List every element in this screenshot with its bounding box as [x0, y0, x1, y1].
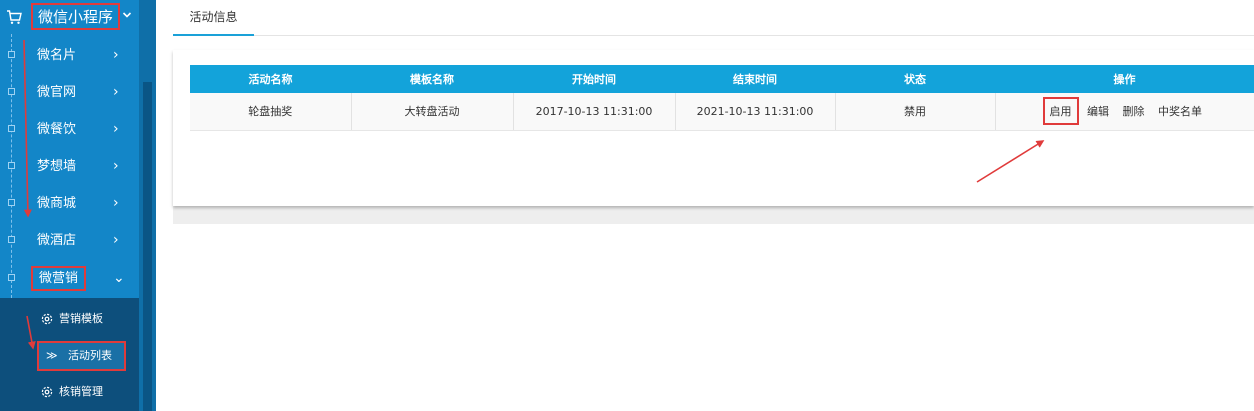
chevron-right-icon: › — [113, 121, 119, 137]
sidebar-item-label: 微酒店 — [37, 233, 77, 248]
sidebar-item-weijiudian[interactable]: 微酒店 › — [0, 222, 139, 259]
column-header: 模板名称 — [351, 65, 513, 93]
cell-actions: 启用 编辑 删除 中奖名单 — [995, 93, 1254, 131]
sidebar: 微信小程序 微名片 › 微官网 › 微餐饮 › 梦想墙 › 微商城 › 微酒店 … — [0, 0, 156, 411]
sidebar-item-label: 微商城 — [37, 196, 77, 211]
table-row: 轮盘抽奖 大转盘活动 2017-10-13 11:31:00 2021-10-1… — [190, 93, 1254, 131]
tree-node-icon — [8, 162, 15, 169]
column-header: 开始时间 — [513, 65, 675, 93]
tree-node-icon — [8, 51, 15, 58]
chevron-right-icon: › — [113, 47, 119, 63]
tree-node-icon — [8, 274, 15, 281]
tab-bar: 活动信息 — [173, 0, 1254, 36]
sidebar-scrollbar-thumb[interactable] — [143, 82, 152, 411]
tree-node-icon — [8, 199, 15, 206]
tree-node-icon — [8, 88, 15, 95]
column-header: 活动名称 — [190, 65, 351, 93]
submenu-item-label: 活动列表 — [68, 349, 112, 362]
activity-table: 活动名称 模板名称 开始时间 结束时间 状态 操作 轮盘抽奖 大转盘活动 201… — [190, 65, 1254, 131]
sidebar-item-weimingpian[interactable]: 微名片 › — [0, 37, 139, 74]
table-header-row: 活动名称 模板名称 开始时间 结束时间 状态 操作 — [190, 65, 1254, 93]
double-chevron-right-icon: ≫ — [46, 349, 58, 362]
sidebar-header[interactable]: 微信小程序 — [0, 0, 139, 34]
chevron-down-icon[interactable] — [122, 10, 132, 20]
cell-end-time: 2021-10-13 11:31:00 — [675, 93, 836, 131]
chevron-right-icon: › — [113, 158, 119, 174]
sidebar-item-mengxiangqiang[interactable]: 梦想墙 › — [0, 148, 139, 185]
cell-template-name: 大转盘活动 — [351, 93, 514, 131]
sidebar-item-weiguanwang[interactable]: 微官网 › — [0, 74, 139, 111]
chevron-right-icon: › — [113, 195, 119, 211]
column-header: 状态 — [835, 65, 995, 93]
delete-button[interactable]: 删除 — [1118, 103, 1150, 119]
tab-activity-info[interactable]: 活动信息 — [173, 0, 254, 36]
main-content: 活动信息 活动名称 模板名称 开始时间 结束时间 状态 操作 轮盘抽奖 大转盘活… — [156, 0, 1254, 411]
column-header: 结束时间 — [675, 65, 835, 93]
submenu-item-label: 营销模板 — [59, 312, 103, 325]
winner-list-button[interactable]: 中奖名单 — [1153, 103, 1207, 119]
sidebar-item-weishangcheng[interactable]: 微商城 › — [0, 185, 139, 222]
chevron-right-icon: › — [113, 84, 119, 100]
tree-node-icon — [8, 236, 15, 243]
cell-status: 禁用 — [835, 93, 996, 131]
cell-activity-name: 轮盘抽奖 — [190, 93, 352, 131]
sidebar-header-title[interactable]: 微信小程序 — [31, 3, 121, 30]
sidebar-item-label: 微名片 — [37, 48, 77, 63]
submenu-item-verification[interactable]: 核销管理 — [0, 373, 139, 410]
submenu-item-template[interactable]: 营销模板 — [0, 300, 139, 337]
column-header: 操作 — [995, 65, 1254, 93]
tree-node-icon — [8, 125, 15, 132]
submenu-item-activity-list[interactable]: ≫ 活动列表 — [0, 337, 139, 374]
cell-start-time: 2017-10-13 11:31:00 — [513, 93, 676, 131]
cart-icon — [7, 10, 22, 24]
sidebar-item-label: 梦想墙 — [37, 159, 77, 174]
gear-icon — [41, 386, 53, 398]
sidebar-item-weiyingxiao[interactable]: 微营销 ⌄ — [0, 260, 139, 297]
chevron-down-icon: ⌄ — [113, 270, 125, 286]
sidebar-item-label: 微营销 — [31, 266, 87, 291]
sidebar-item-weicanyin[interactable]: 微餐饮 › — [0, 111, 139, 148]
edit-button[interactable]: 编辑 — [1082, 103, 1114, 119]
sidebar-item-label: 微餐饮 — [37, 122, 77, 137]
enable-button[interactable]: 启用 — [1042, 97, 1079, 126]
sidebar-item-label: 微官网 — [37, 85, 77, 100]
activity-panel: 活动名称 模板名称 开始时间 结束时间 状态 操作 轮盘抽奖 大转盘活动 201… — [173, 50, 1254, 206]
submenu-item-label: 核销管理 — [59, 385, 103, 398]
chevron-right-icon: › — [113, 232, 119, 248]
gear-icon — [41, 313, 53, 325]
sidebar-submenu: 营销模板 ≫ 活动列表 核销管理 — [0, 298, 139, 411]
